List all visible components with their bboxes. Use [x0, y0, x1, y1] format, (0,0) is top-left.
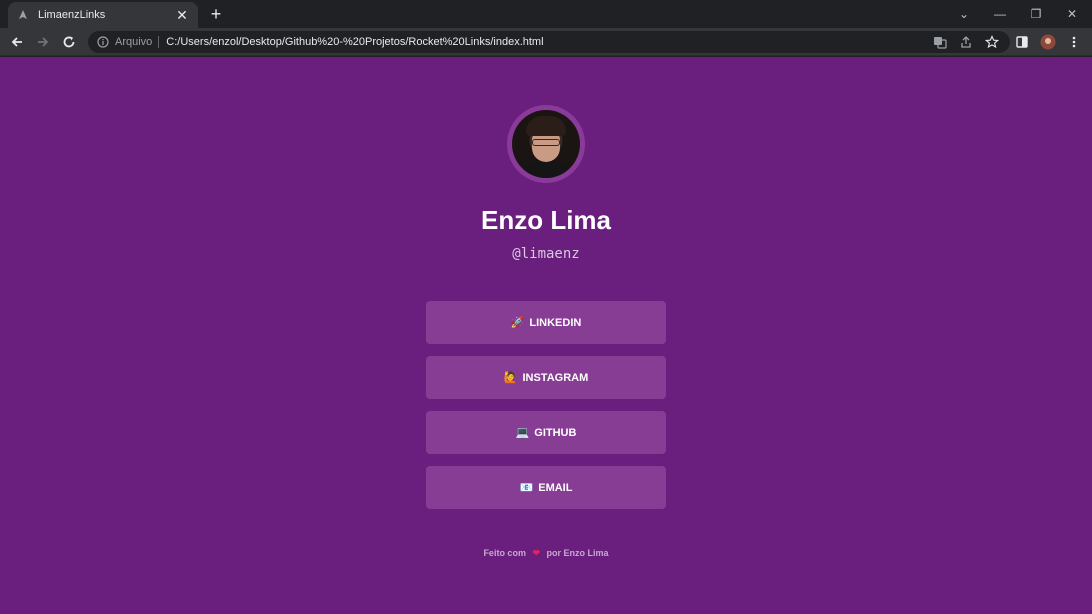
- browser-toolbar: Arquivo C:/Users/enzol/Desktop/Github%20…: [0, 28, 1092, 56]
- address-bar[interactable]: Arquivo C:/Users/enzol/Desktop/Github%20…: [88, 31, 1010, 53]
- link-label: EMAIL: [538, 481, 573, 494]
- email-link-button[interactable]: 📧 EMAIL: [426, 466, 666, 509]
- github-link-button[interactable]: 💻 GITHUB: [426, 411, 666, 454]
- translate-icon[interactable]: [930, 32, 950, 52]
- omnibox-divider: [158, 36, 160, 48]
- person-raising-hand-icon: 🙋: [503, 372, 518, 384]
- profile-photo: [512, 110, 580, 178]
- tab-strip: LimaenzLinks ✕ + ⌄ — ❐ ✕: [0, 0, 1092, 28]
- scheme-label: Arquivo: [115, 36, 153, 48]
- browser-tab[interactable]: LimaenzLinks ✕: [8, 2, 198, 28]
- more-menu-icon[interactable]: [1064, 32, 1084, 52]
- profile-name: Enzo Lima: [480, 205, 611, 235]
- url-text[interactable]: C:/Users/enzol/Desktop/Github%20-%20Proj…: [166, 36, 543, 48]
- linkedin-link-button[interactable]: 🚀 LINKEDIN: [426, 301, 666, 344]
- link-label: LINKEDIN: [529, 316, 582, 329]
- rocket-favicon-icon: [16, 8, 30, 22]
- page-content: Enzo Lima @limaenz 🚀 LINKEDIN 🙋 INSTAGRA…: [0, 57, 1092, 614]
- footer: Feito com ❤ por Enzo Lima: [0, 548, 1092, 559]
- links-list: 🚀 LINKEDIN 🙋 INSTAGRAM 💻 GITHUB 📧 EMAIL: [426, 301, 666, 521]
- new-tab-button[interactable]: +: [206, 4, 226, 24]
- arrow-left-icon: [11, 37, 22, 47]
- forward-button[interactable]: [32, 31, 54, 53]
- profile-avatar-icon[interactable]: [1038, 32, 1058, 52]
- heart-icon: ❤: [532, 548, 541, 558]
- reload-icon: [63, 36, 75, 48]
- side-panel-icon[interactable]: [1012, 32, 1032, 52]
- share-icon[interactable]: [956, 32, 976, 52]
- laptop-icon: 💻: [515, 427, 530, 439]
- reload-button[interactable]: [58, 31, 80, 53]
- envelope-icon: 📧: [519, 482, 534, 494]
- restore-button[interactable]: ❐: [1018, 0, 1054, 28]
- footer-prefix: Feito com: [483, 548, 526, 558]
- profile-handle: @limaenz: [512, 246, 580, 262]
- minimize-button[interactable]: —: [982, 0, 1018, 28]
- bookmark-star-icon[interactable]: [982, 32, 1002, 52]
- footer-suffix: por Enzo Lima: [546, 548, 609, 558]
- tab-title: LimaenzLinks: [38, 9, 106, 21]
- back-button[interactable]: [6, 31, 28, 53]
- tab-close-icon[interactable]: ✕: [174, 7, 190, 24]
- info-icon[interactable]: [96, 35, 110, 49]
- profile-avatar-ring: [507, 105, 585, 183]
- arrow-right-icon: [38, 37, 49, 47]
- link-label: INSTAGRAM: [522, 371, 589, 384]
- tab-search-dropdown-icon[interactable]: ⌄: [946, 0, 982, 28]
- instagram-link-button[interactable]: 🙋 INSTAGRAM: [426, 356, 666, 399]
- link-label: GITHUB: [534, 426, 577, 439]
- close-window-button[interactable]: ✕: [1054, 0, 1090, 28]
- rocket-icon: 🚀: [510, 317, 525, 329]
